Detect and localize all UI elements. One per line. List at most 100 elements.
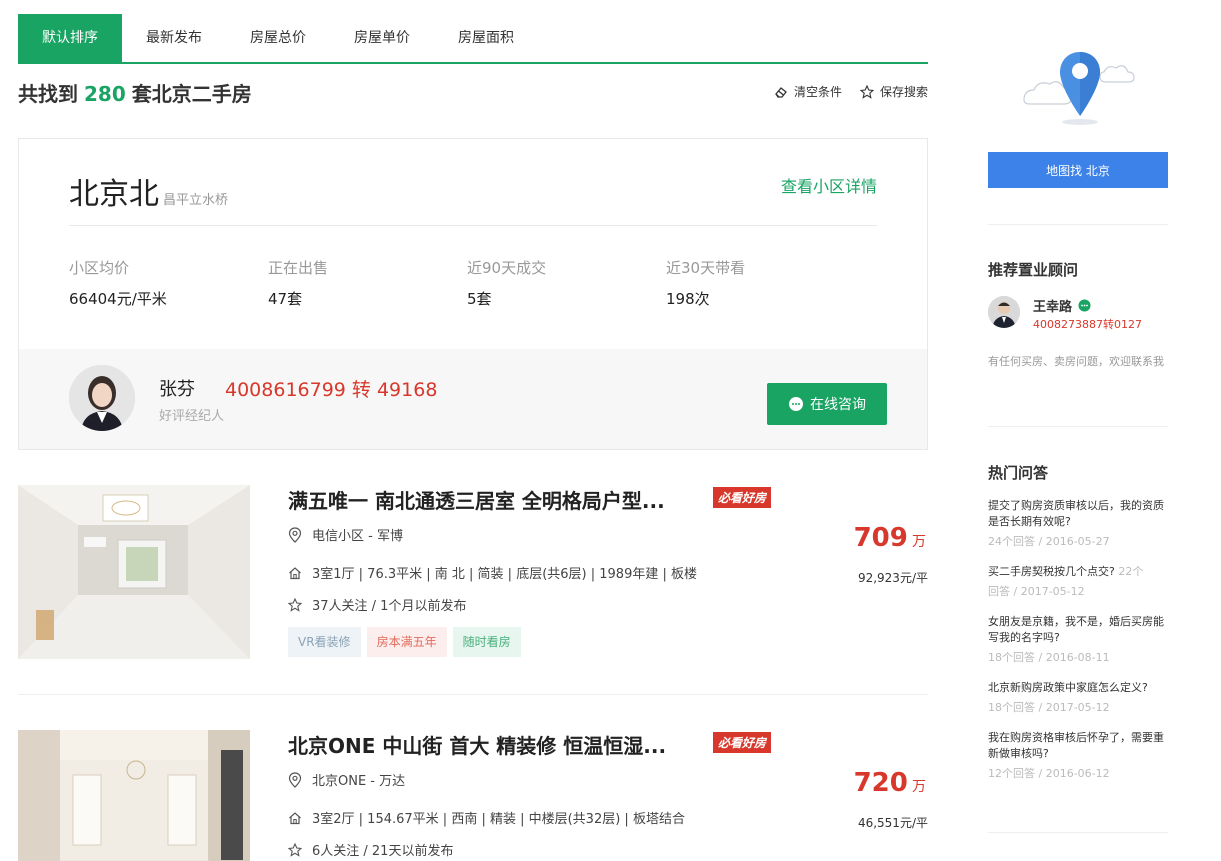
stat-viewings-30d: 近30天带看 198次: [666, 257, 865, 309]
listing-location-row: 电信小区 - 军博: [288, 525, 403, 544]
must-see-badge: 必看好房: [713, 487, 772, 508]
agent-tag: 好评经纪人: [159, 409, 225, 424]
listing-title[interactable]: 满五唯一 南北通透三居室 全明格局户型...: [288, 485, 665, 514]
qa-meta: 回答 / 2017-05-12: [988, 585, 1085, 598]
result-count: 280: [84, 82, 126, 106]
tab-newest[interactable]: 最新发布: [122, 14, 226, 62]
listing-photo[interactable]: [18, 730, 250, 861]
stat-value: 47套: [268, 290, 303, 308]
qa-question[interactable]: 提交了购房资质审核以后，我的资质是否长期有效呢?: [988, 498, 1170, 530]
card-divider: [69, 225, 877, 226]
qa-question[interactable]: 我在购房资格审核后怀孕了，需要重新做审核吗?: [988, 730, 1170, 762]
agent-bar: 张芬 4008616799 转 49168 好评经纪人 在线咨询: [19, 349, 927, 449]
qa-question[interactable]: 女朋友是京籍，我不是，婚后买房能写我的名字吗?: [988, 614, 1170, 646]
tag-vr: VR看装修: [288, 627, 361, 657]
listing-unit-price: 46,551元/平: [857, 816, 928, 830]
stat-label: 近90天成交: [467, 259, 547, 277]
listing-divider: [18, 694, 928, 695]
headline-suffix: 套北京二手房: [131, 82, 252, 106]
listing-info: 3室2厅 | 154.67平米 | 西南 | 精装 | 中楼层(共32层) | …: [312, 812, 685, 827]
stat-average-price: 小区均价 66404元/平米: [69, 257, 268, 309]
price-unit: 万: [912, 534, 926, 550]
stat-value: 66404元/平米: [69, 290, 167, 308]
advisor-heading: 推荐置业顾问: [988, 261, 1079, 279]
qa-meta-count: 22个: [1118, 565, 1144, 578]
qa-item[interactable]: 北京新购房政策中家庭怎么定义? 18个回答 / 2017-05-12: [988, 680, 1170, 716]
qa-meta: 18个回答 / 2016-08-11: [988, 651, 1110, 664]
listing-title[interactable]: 北京ONE 中山街 首大 精装修 恒温恒湿...: [288, 730, 666, 759]
stat-value: 198次: [666, 290, 710, 308]
sidebar: 地图找 北京 推荐置业顾问 王幸路 4008273887转0127 有任何买房、…: [988, 0, 1168, 861]
tag-five-years: 房本满五年: [366, 627, 447, 657]
star-icon: [859, 84, 874, 99]
qa-meta: 18个回答 / 2017-05-12: [988, 701, 1110, 714]
clear-filters-button[interactable]: 清空条件: [774, 83, 842, 100]
stat-value: 5套: [467, 290, 492, 308]
community-card: 北京北 昌平立水桥 查看小区详情 小区均价 66404元/平米 正在出售 47套 …: [18, 138, 928, 450]
stat-on-sale: 正在出售 47套: [268, 257, 467, 309]
stat-deals-90d: 近90天成交 5套: [467, 257, 666, 309]
community-name-row: 北京北 昌平立水桥: [69, 169, 228, 213]
advisor-note: 有任何买房、卖房问题，欢迎联系我: [988, 355, 1164, 368]
listing-info-row: 3室1厅 | 76.3平米 | 南 北 | 简装 | 底层(共6层) | 198…: [288, 563, 697, 582]
agent-phone: 4008616799 转 49168: [225, 379, 438, 401]
listing-item[interactable]: 北京ONE 中山街 首大 精装修 恒温恒湿... 必看好房 北京ONE - 万达…: [18, 730, 928, 861]
listing-tags: VR看装修 房本满五年 随时看房: [288, 627, 521, 657]
listing-location[interactable]: 北京ONE - 万达: [312, 770, 405, 789]
save-search-label: 保存搜索: [879, 85, 928, 99]
agent-avatar[interactable]: [69, 365, 135, 431]
listing-unit-price: 92,923元/平: [857, 571, 928, 585]
qa-item[interactable]: 提交了购房资质审核以后，我的资质是否长期有效呢? 24个回答 / 2016-05…: [988, 498, 1170, 550]
save-search-button[interactable]: 保存搜索: [859, 83, 928, 100]
map-pin-illustration: [1018, 48, 1138, 132]
listing-follow-row: 37人关注 / 1个月以前发布: [288, 595, 466, 614]
star-icon: [288, 597, 302, 612]
listing-info-row: 3室2厅 | 154.67平米 | 西南 | 精装 | 中楼层(共32层) | …: [288, 808, 685, 827]
chat-icon[interactable]: [1078, 299, 1091, 312]
stat-label: 小区均价: [69, 259, 130, 277]
clear-filters-label: 清空条件: [793, 85, 842, 99]
qa-question[interactable]: 买二手房契税按几个点交?: [988, 565, 1115, 578]
qa-question[interactable]: 北京新购房政策中家庭怎么定义?: [988, 680, 1170, 696]
qa-meta: 24个回答 / 2016-05-27: [988, 535, 1110, 548]
tab-total-price[interactable]: 房屋总价: [226, 14, 330, 62]
result-headline: 共找到 280 套北京二手房: [18, 78, 252, 107]
must-see-badge: 必看好房: [713, 732, 772, 753]
listing-follow: 37人关注 / 1个月以前发布: [312, 599, 467, 614]
listing-photo[interactable]: [18, 485, 250, 659]
community-name: 北京北: [69, 177, 159, 212]
online-consult-button[interactable]: 在线咨询: [767, 383, 887, 425]
qa-heading: 热门问答: [988, 464, 1049, 482]
advisor-name[interactable]: 王幸路: [1033, 296, 1072, 315]
qa-item[interactable]: 女朋友是京籍，我不是，婚后买房能写我的名字吗? 18个回答 / 2016-08-…: [988, 614, 1170, 666]
tab-default-sort[interactable]: 默认排序: [18, 14, 122, 62]
advisor-name-row: 王幸路: [1033, 296, 1091, 315]
listing-info: 3室1厅 | 76.3平米 | 南 北 | 简装 | 底层(共6层) | 198…: [312, 567, 697, 582]
location-pin-icon: [288, 771, 302, 788]
price-number: 709: [853, 523, 908, 553]
agent-name: 张芬: [159, 379, 195, 400]
stat-label: 正在出售: [268, 259, 329, 277]
listing-total-price: 720 万: [854, 768, 926, 798]
stat-label: 近30天带看: [666, 259, 746, 277]
qa-item[interactable]: 买二手房契税按几个点交? 22个 回答 / 2017-05-12: [988, 564, 1170, 600]
qa-question-row: 买二手房契税按几个点交? 22个: [988, 564, 1170, 580]
map-search-button[interactable]: 地图找 北京: [988, 152, 1168, 188]
community-detail-link[interactable]: 查看小区详情: [781, 173, 877, 197]
house-icon: [289, 811, 301, 824]
tab-area[interactable]: 房屋面积: [434, 14, 538, 62]
tab-unit-price[interactable]: 房屋单价: [330, 14, 434, 62]
price-unit: 万: [912, 779, 926, 795]
listing-location[interactable]: 电信小区 - 军博: [312, 525, 403, 544]
listing-follow: 6人关注 / 21天以前发布: [312, 844, 454, 859]
qa-item[interactable]: 我在购房资格审核后怀孕了，需要重新做审核吗? 12个回答 / 2016-06-1…: [988, 730, 1170, 782]
listing-item[interactable]: 满五唯一 南北通透三居室 全明格局户型... 必看好房 电信小区 - 军博 3室…: [18, 485, 928, 665]
advisor-avatar[interactable]: [988, 296, 1020, 328]
location-pin-icon: [288, 526, 302, 543]
sidebar-divider: [988, 426, 1168, 427]
price-number: 720: [853, 768, 908, 798]
headline-prefix: 共找到: [18, 82, 78, 106]
community-stats: 小区均价 66404元/平米 正在出售 47套 近90天成交 5套 近30天带看…: [69, 257, 865, 309]
chat-bubble-icon: [789, 397, 803, 411]
sort-tabs: 默认排序 最新发布 房屋总价 房屋单价 房屋面积: [18, 14, 928, 64]
